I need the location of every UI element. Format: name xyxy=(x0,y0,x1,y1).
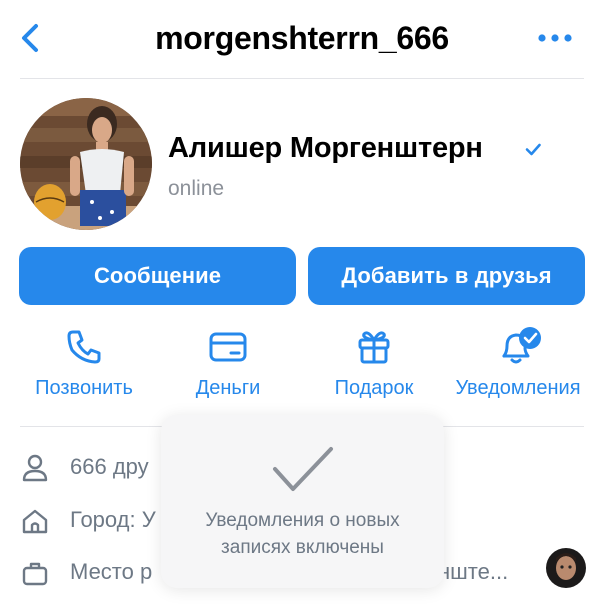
work-text: Место р xyxy=(70,559,153,584)
top-bar: morgenshterrn_666 xyxy=(0,0,604,79)
notifications-label: Уведомления xyxy=(455,377,581,399)
city-text: Город: У xyxy=(70,507,156,532)
friends-count: 666 дру xyxy=(70,454,149,479)
call-action[interactable]: Позвонить xyxy=(14,326,154,406)
message-button[interactable]: Сообщение xyxy=(19,247,296,305)
page-title: morgenshterrn_666 xyxy=(155,20,449,56)
bell-checked-icon xyxy=(502,327,541,364)
card-icon xyxy=(209,332,247,362)
gift-icon xyxy=(358,331,390,364)
chevron-left-icon xyxy=(22,24,38,52)
briefcase-icon xyxy=(22,562,48,586)
gift-action[interactable]: Подарок xyxy=(315,326,433,406)
more-dots-icon xyxy=(538,34,572,42)
phone-icon xyxy=(67,330,101,364)
money-action[interactable]: Деньги xyxy=(170,326,286,406)
work-avatar[interactable] xyxy=(546,548,586,588)
toast-message: Уведомления о новых записях включены xyxy=(205,510,400,558)
work-avatar-photo xyxy=(546,548,586,588)
avatar-photo xyxy=(20,98,152,230)
profile-name: Алишер Моргенштерн xyxy=(168,132,483,164)
verified-icon xyxy=(524,140,542,158)
work-text-tail: нште... xyxy=(438,559,509,584)
more-button[interactable] xyxy=(536,30,574,46)
checkmark-icon xyxy=(273,447,333,491)
notifications-action[interactable]: Уведомления xyxy=(444,326,592,406)
header-divider xyxy=(20,78,584,79)
home-icon xyxy=(22,509,48,534)
call-label: Позвонить xyxy=(35,377,133,399)
avatar[interactable] xyxy=(20,98,152,230)
notification-toast: Уведомления о новых записях включены xyxy=(161,415,444,588)
gift-label: Подарок xyxy=(334,377,414,399)
user-icon xyxy=(22,454,48,482)
add-friend-button[interactable]: Добавить в друзья xyxy=(308,247,585,305)
online-status: online xyxy=(168,177,225,200)
money-label: Деньги xyxy=(195,377,261,399)
profile-screen: morgenshterrn_666 Алишер Моргенштерн onl… xyxy=(0,0,604,604)
back-button[interactable] xyxy=(14,18,50,58)
